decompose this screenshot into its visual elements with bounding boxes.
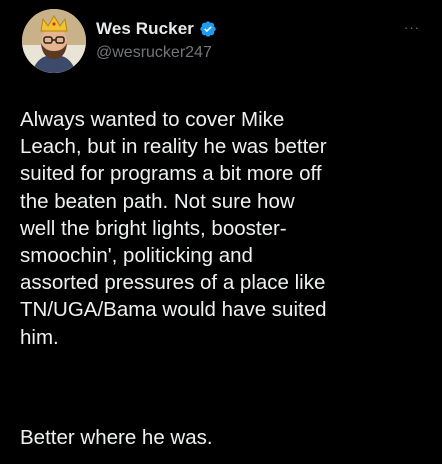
- tweet-text-paragraph-2: Better where he was.: [20, 426, 213, 449]
- avatar-image: [22, 9, 86, 73]
- avatar[interactable]: [22, 9, 86, 73]
- tweet-text-paragraph-1: Always wanted to cover Mike Leach, but i…: [20, 108, 327, 349]
- more-options-icon[interactable]: ···: [404, 21, 420, 34]
- verified-badge-icon: [199, 20, 217, 38]
- author-name-row: Wes Rucker: [96, 19, 217, 39]
- tweet-card: Wes Rucker @wesrucker247 ··· Always want…: [0, 0, 442, 464]
- author-handle[interactable]: @wesrucker247: [96, 44, 212, 62]
- author-display-name[interactable]: Wes Rucker: [96, 19, 194, 39]
